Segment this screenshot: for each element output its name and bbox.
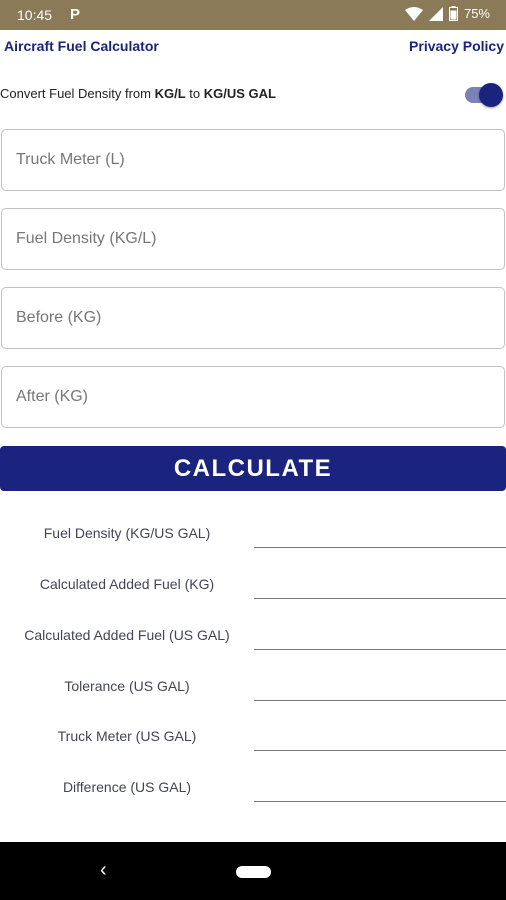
result-label: Calculated Added Fuel (US GAL) <box>24 627 230 643</box>
truck-meter-input[interactable] <box>2 130 504 190</box>
battery-icon <box>448 6 458 21</box>
signal-icon <box>428 6 443 21</box>
result-label: Difference (US GAL) <box>62 779 192 795</box>
fuel-density-field[interactable] <box>1 208 505 270</box>
truck-meter-field[interactable] <box>1 129 505 191</box>
result-underline <box>254 801 506 802</box>
convert-mid: to <box>185 86 204 101</box>
status-time: 10:45 <box>17 7 53 23</box>
result-underline <box>254 547 506 548</box>
result-row-truck-meter-gal: Truck Meter (US GAL) <box>0 718 506 758</box>
result-row-difference: Difference (US GAL) <box>0 769 506 809</box>
app-title: Aircraft Fuel Calculator <box>4 38 159 54</box>
battery-percent: 75% <box>463 6 490 21</box>
result-row-fuel-density: Fuel Density (KG/US GAL) <box>0 515 506 555</box>
convert-density-label: Convert Fuel Density from KG/L to KG/US … <box>0 86 276 101</box>
status-bar: 10:45 P 75% <box>0 0 506 30</box>
before-field[interactable] <box>1 287 505 349</box>
navigation-bar: ‹ <box>0 842 506 900</box>
result-row-added-fuel-kg: Calculated Added Fuel (KG) <box>0 566 506 606</box>
wifi-icon <box>404 6 423 21</box>
before-input[interactable] <box>2 288 504 348</box>
result-label: Fuel Density (KG/US GAL) <box>43 525 211 541</box>
privacy-policy-link[interactable]: Privacy Policy <box>409 38 504 54</box>
home-pill-icon[interactable] <box>236 866 271 878</box>
convert-density-toggle[interactable] <box>463 83 503 107</box>
result-row-added-fuel-gal: Calculated Added Fuel (US GAL) <box>0 617 506 657</box>
status-icons: 75% <box>404 6 490 21</box>
app-notification-icon: P <box>70 6 81 23</box>
after-input[interactable] <box>2 367 504 427</box>
result-label: Tolerance (US GAL) <box>64 678 190 694</box>
result-underline <box>254 700 506 701</box>
result-underline <box>254 598 506 599</box>
calculate-button[interactable]: CALCULATE <box>0 446 506 491</box>
fuel-density-input[interactable] <box>2 209 504 269</box>
after-field[interactable] <box>1 366 505 428</box>
result-underline <box>254 649 506 650</box>
back-icon[interactable]: ‹ <box>100 859 107 882</box>
convert-prefix: Convert Fuel Density from <box>0 86 155 101</box>
convert-to-unit: KG/US GAL <box>203 86 276 101</box>
toggle-thumb <box>479 83 503 107</box>
result-row-tolerance: Tolerance (US GAL) <box>0 668 506 708</box>
convert-from-unit: KG/L <box>154 86 186 101</box>
result-label: Truck Meter (US GAL) <box>57 728 197 744</box>
result-underline <box>254 750 506 751</box>
result-label: Calculated Added Fuel (KG) <box>39 576 215 592</box>
